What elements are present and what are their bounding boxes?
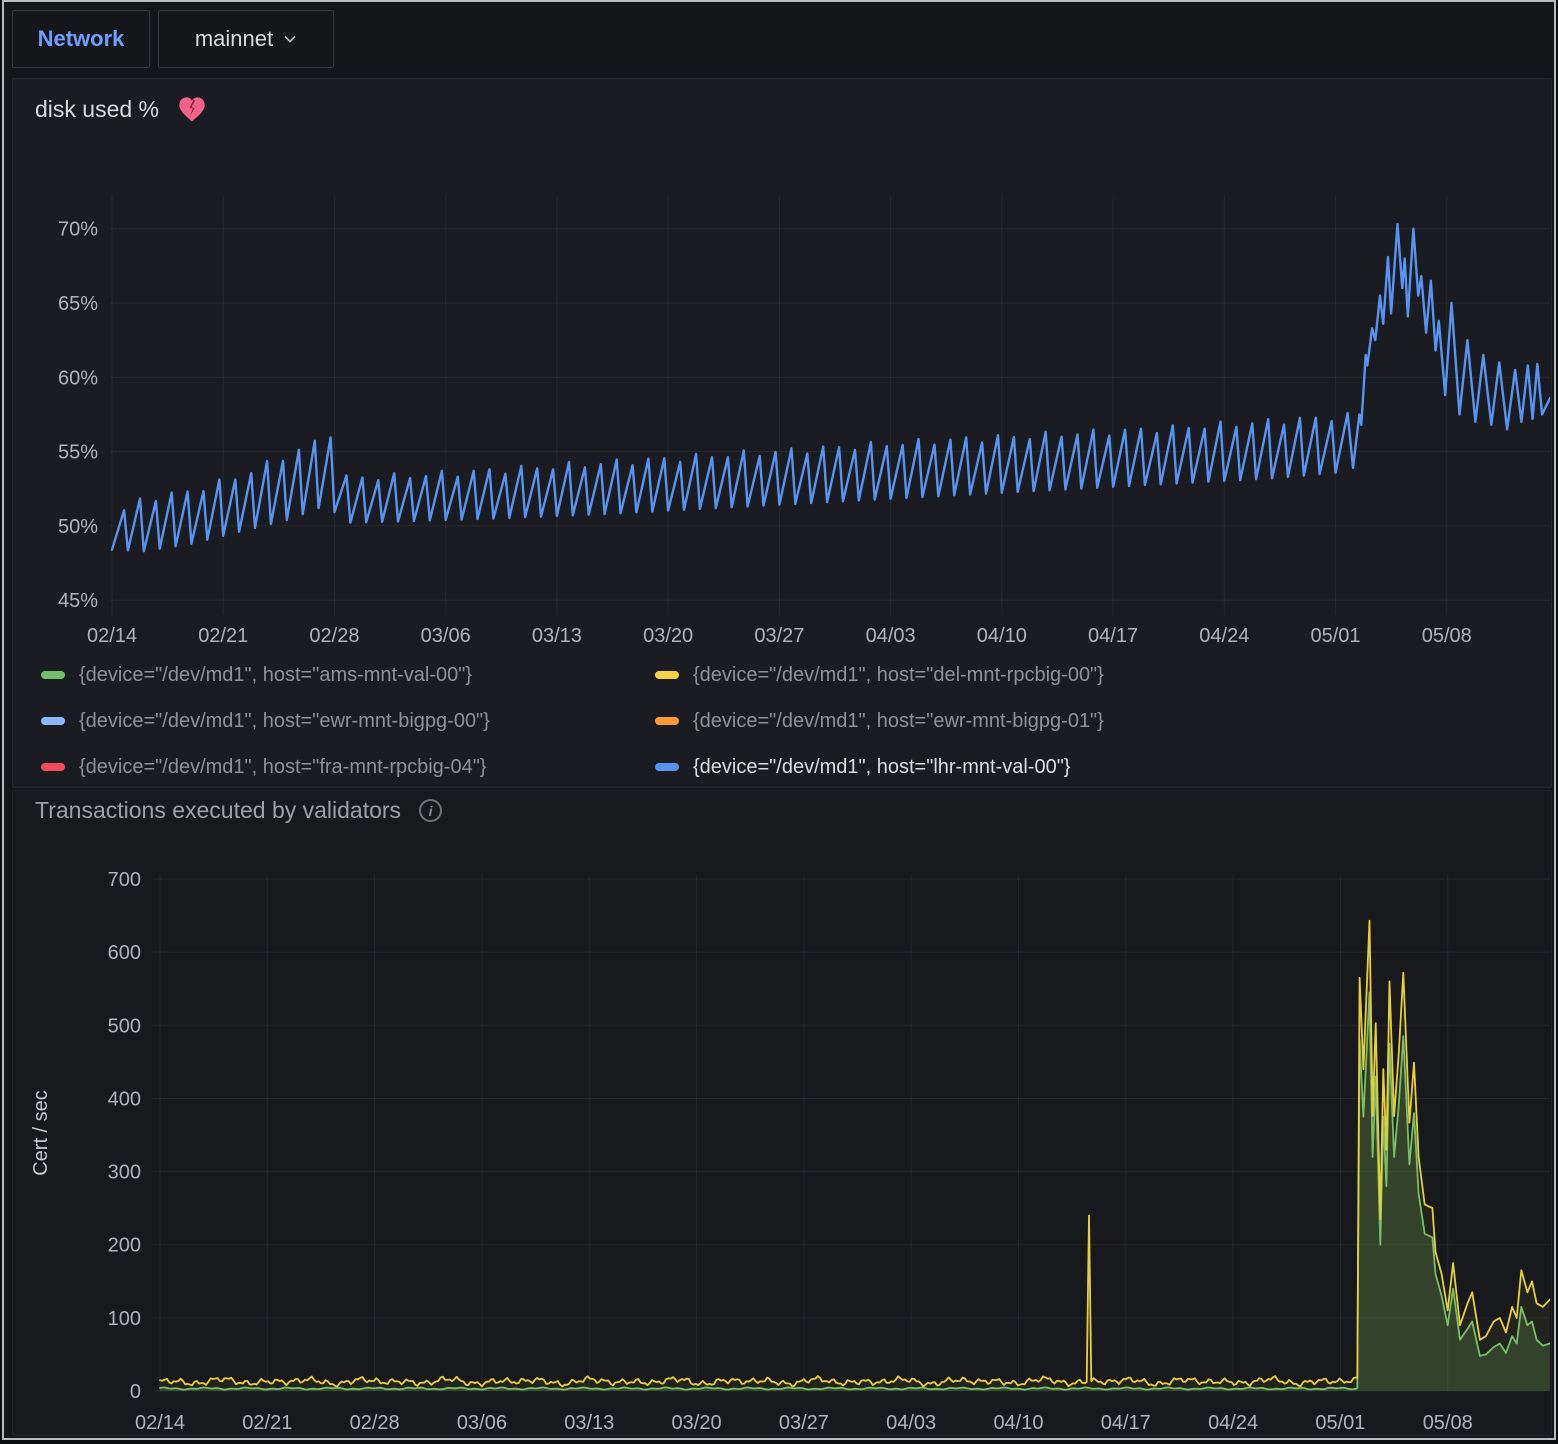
y-axis-tick-label: 700 — [108, 869, 141, 891]
x-axis-tick-label: 02/28 — [350, 1412, 400, 1434]
legend-item-fra-mnt-rpcbig-04[interactable]: {device="/dev/md1", host="fra-mnt-rpcbig… — [41, 754, 487, 780]
x-axis-tick-label: 05/08 — [1422, 625, 1472, 647]
y-axis-tick-label: 300 — [108, 1162, 141, 1184]
y-axis-title: Cert / sec — [30, 1090, 52, 1176]
y-axis-tick-label: 60% — [58, 367, 98, 389]
legend-item-ams-mnt-val-00[interactable]: {device="/dev/md1", host="ams-mnt-val-00… — [41, 662, 472, 688]
legend-chip-green — [41, 671, 65, 679]
validator-certs-green-line — [160, 992, 1550, 1389]
x-axis-tick-label: 03/06 — [421, 625, 471, 647]
network-variable-select[interactable]: mainnet — [158, 10, 334, 68]
x-axis-tick-label: 04/10 — [977, 625, 1027, 647]
disk-used-series-line — [112, 224, 1550, 551]
network-variable-value: mainnet — [195, 26, 273, 52]
x-axis-tick-label: 03/20 — [672, 1412, 722, 1434]
x-axis-tick-label: 04/17 — [1101, 1412, 1151, 1434]
validator-certs-yellow-fill — [160, 921, 1550, 1391]
x-axis-tick-label: 04/24 — [1199, 625, 1249, 647]
x-axis-tick-label: 04/10 — [993, 1412, 1043, 1434]
x-axis-tick-label: 05/08 — [1423, 1412, 1473, 1434]
x-axis-tick-label: 03/13 — [532, 625, 582, 647]
legend-chip-blue — [655, 763, 679, 771]
y-axis-tick-label: 55% — [58, 442, 98, 464]
network-variable-label: Network — [38, 26, 125, 52]
legend-item-ewr-mnt-bigpg-01[interactable]: {device="/dev/md1", host="ewr-mnt-bigpg-… — [655, 708, 1104, 734]
y-axis-tick-label: 100 — [108, 1308, 141, 1330]
x-axis-tick-label: 03/13 — [564, 1412, 614, 1434]
variable-label-box: Network — [12, 10, 150, 68]
y-axis-tick-label: 45% — [58, 590, 98, 612]
x-axis-tick-label: 04/17 — [1088, 625, 1138, 647]
y-axis-tick-label: 200 — [108, 1235, 141, 1257]
legend-chip-yellow — [655, 671, 679, 679]
legend-item-ewr-mnt-bigpg-00[interactable]: {device="/dev/md1", host="ewr-mnt-bigpg-… — [41, 708, 490, 734]
x-axis-tick-label: 02/21 — [198, 625, 248, 647]
grafana-dashboard: Network mainnet disk used % 45%50%55%60%… — [2, 0, 1556, 1440]
x-axis-tick-label: 04/03 — [886, 1412, 936, 1434]
x-axis-tick-label: 03/27 — [754, 625, 804, 647]
validator-certs-green-fill — [160, 992, 1550, 1391]
legend-chip-red — [41, 763, 65, 771]
x-axis-tick-label: 02/14 — [135, 1412, 185, 1434]
y-axis-tick-label: 400 — [108, 1088, 141, 1110]
y-axis-tick-label: 500 — [108, 1015, 141, 1037]
legend-chip-lightblue — [41, 717, 65, 725]
y-axis-tick-label: 70% — [58, 219, 98, 241]
x-axis-tick-label: 04/03 — [866, 625, 916, 647]
legend-chip-orange — [655, 717, 679, 725]
legend-item-del-mnt-rpcbig-00[interactable]: {device="/dev/md1", host="del-mnt-rpcbig… — [655, 662, 1104, 688]
legend-item-lhr-mnt-val-00[interactable]: {device="/dev/md1", host="lhr-mnt-val-00… — [655, 754, 1070, 780]
x-axis-tick-label: 03/27 — [779, 1412, 829, 1434]
chevron-down-icon — [283, 32, 297, 46]
x-axis-tick-label: 02/21 — [242, 1412, 292, 1434]
validator-certs-yellow-line — [160, 921, 1550, 1387]
panel-disk-used: disk used % 45%50%55%60%65%70%02/1402/21… — [12, 78, 1552, 788]
y-axis-tick-label: 65% — [58, 293, 98, 315]
transactions-chart: 0 100 200 300 400 500 600 700 02/14 02/21 02/28 03/… — [13, 791, 1553, 1437]
panel-transactions: Transactions executed by validators i 01… — [12, 790, 1552, 1436]
x-axis-tick-label: 05/01 — [1310, 625, 1360, 647]
y-axis-tick-label: 50% — [58, 516, 98, 538]
x-axis-tick-label: 05/01 — [1315, 1412, 1365, 1434]
x-axis-tick-label: 02/14 — [87, 625, 137, 647]
x-axis-tick-label: 04/24 — [1208, 1412, 1258, 1434]
y-axis-tick-label: 600 — [108, 942, 141, 964]
x-axis-tick-label: 03/06 — [457, 1412, 507, 1434]
x-axis-tick-label: 02/28 — [309, 625, 359, 647]
y-axis-tick-label: 0 — [130, 1381, 141, 1403]
x-axis-tick-label: 03/20 — [643, 625, 693, 647]
